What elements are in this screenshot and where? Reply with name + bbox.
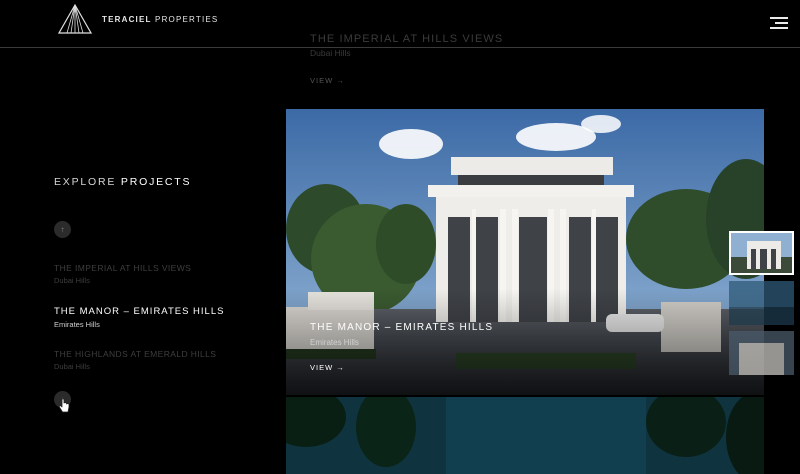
previous-project-location: Dubai Hills: [310, 48, 351, 58]
villa-thumbnail-image: [731, 233, 792, 273]
project-location: Emirates Hills: [54, 320, 100, 329]
next-project-image[interactable]: [286, 397, 764, 474]
arrow-up-icon: ↑: [60, 225, 65, 234]
scroll-up-button[interactable]: ↑: [54, 221, 71, 238]
gallery-thumbnail[interactable]: [729, 281, 794, 325]
gallery-thumbnail[interactable]: [729, 331, 794, 375]
previous-project-title: THE IMPERIAL AT HILLS VIEWS: [310, 33, 504, 45]
lobby-thumbnail-image: [729, 331, 794, 375]
pool-render-image: [286, 397, 764, 474]
project-list-item[interactable]: THE IMPERIAL AT HILLS VIEWS Dubai Hills: [54, 263, 191, 285]
featured-project-image[interactable]: THE MANOR – EMIRATES HILLS Emirates Hill…: [286, 109, 764, 395]
brand-logo[interactable]: TERACIEL PROPERTIES: [58, 4, 218, 34]
villa-render-image: [286, 109, 764, 395]
hand-cursor-icon: [58, 398, 70, 413]
project-list-item[interactable]: THE HIGHLANDS AT EMERALD HILLS Dubai Hil…: [54, 349, 216, 371]
featured-project-location: Emirates Hills: [310, 338, 359, 347]
brand-name: TERACIEL PROPERTIES: [102, 14, 219, 24]
project-title: THE HIGHLANDS AT EMERALD HILLS: [54, 349, 217, 359]
project-title: THE MANOR – EMIRATES HILLS: [54, 306, 225, 317]
project-location: Dubai Hills: [54, 362, 90, 371]
project-location: Dubai Hills: [54, 276, 90, 285]
previous-project-heading: THE IMPERIAL AT HILLS VIEWS Dubai Hills: [310, 33, 503, 58]
featured-project-view-link[interactable]: VIEW →: [310, 363, 345, 372]
gallery-thumbnail-active[interactable]: [729, 231, 794, 275]
hamburger-menu-icon[interactable]: [770, 16, 788, 30]
pyramid-logo-icon: [58, 4, 92, 34]
previous-project-view-link[interactable]: VIEW →: [310, 76, 345, 85]
project-list-item-active[interactable]: THE MANOR – EMIRATES HILLS Emirates Hill…: [54, 306, 224, 329]
featured-project-title: THE MANOR – EMIRATES HILLS: [310, 322, 494, 333]
project-title: THE IMPERIAL AT HILLS VIEWS: [54, 263, 192, 273]
interior-thumbnail-image: [729, 281, 794, 325]
explore-projects-heading: EXPLORE PROJECTS: [54, 176, 192, 188]
